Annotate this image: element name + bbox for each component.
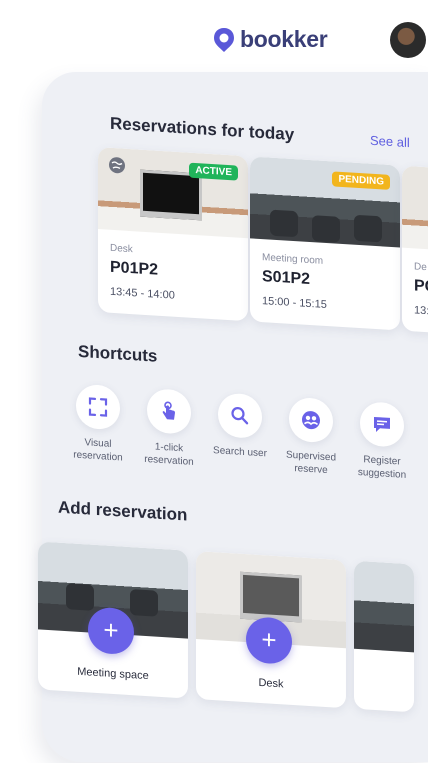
shortcut-label: Register suggestion	[357, 454, 407, 481]
reservation-code: PC	[414, 277, 428, 296]
brand-name: bookker	[240, 26, 328, 52]
reservation-card-partial[interactable]: De PC 13:	[402, 165, 428, 340]
add-reservation-title: Add reservation	[58, 497, 188, 525]
reservation-time: 15:00 - 15:15	[262, 295, 327, 312]
globe-icon	[109, 157, 125, 174]
add-desk-card[interactable]: + Desk	[196, 551, 346, 709]
reservation-type: Desk	[110, 242, 133, 256]
reservation-card-meeting-room[interactable]: PENDING Meeting room S01P2 15:00 - 15:15	[250, 156, 400, 331]
shortcut-label: 1-click reservation	[144, 441, 194, 468]
reservation-card-desk[interactable]: ACTIVE Desk P01P2 13:45 - 14:00	[98, 147, 248, 322]
shortcut-register-suggestion[interactable]: Register suggestion	[347, 400, 417, 482]
add-card-label: Desk	[258, 676, 284, 691]
add-meeting-space-card[interactable]: + Meeting space	[38, 541, 188, 699]
shortcut-search-user[interactable]: Search user	[205, 392, 275, 461]
shortcut-button[interactable]	[360, 401, 404, 448]
reservation-time: 13:45 - 14:00	[110, 285, 175, 302]
reservation-type: De	[414, 261, 427, 274]
chair-shape	[312, 215, 340, 243]
shortcut-label: Supervised reserve	[285, 449, 337, 477]
desk-photo	[402, 165, 428, 257]
chair-shape	[270, 209, 298, 238]
add-card-label: Meeting space	[77, 665, 149, 683]
reservations-title: Reservations for today	[110, 113, 295, 145]
chat-icon	[374, 416, 390, 433]
reservation-code: S01P2	[262, 268, 311, 289]
shortcut-label: Visual reservation	[73, 437, 123, 464]
chair-shape	[66, 583, 94, 611]
reservation-code: P01P2	[110, 258, 159, 279]
tap-hand-icon	[162, 401, 175, 420]
shortcut-button[interactable]	[218, 392, 262, 440]
reservation-type: Meeting room	[262, 252, 324, 267]
monitor-shape	[240, 571, 302, 623]
user-avatar[interactable]	[390, 22, 426, 58]
search-icon	[231, 407, 249, 425]
chair-shape	[354, 214, 382, 243]
see-all-link[interactable]: See all	[370, 133, 410, 150]
add-card-partial[interactable]	[354, 560, 414, 713]
shortcut-supervised-reserve[interactable]: Supervised reserve	[276, 396, 346, 478]
shortcut-button[interactable]	[76, 383, 120, 431]
chair-shape	[130, 589, 158, 617]
shortcuts-title: Shortcuts	[78, 341, 158, 366]
room-photo	[354, 560, 414, 653]
reservation-time: 13:	[414, 304, 428, 318]
meeting-room-photo	[250, 156, 400, 248]
shortcut-visual-reservation[interactable]: Visual reservation	[63, 383, 133, 465]
status-badge: ACTIVE	[189, 162, 238, 181]
supervised-icon	[302, 411, 320, 430]
shortcut-button[interactable]	[289, 396, 333, 444]
scan-frame-icon	[88, 397, 108, 417]
brand-logo: bookker	[212, 26, 328, 53]
app-header: bookker	[0, 0, 428, 80]
shortcut-button[interactable]	[147, 388, 191, 435]
bookker-logo-icon	[214, 27, 234, 52]
shortcut-label: Search user	[213, 445, 267, 460]
home-content: Reservations for today See all ACTIVE De…	[38, 92, 428, 755]
shortcut-one-click-reservation[interactable]: 1-click reservation	[134, 387, 204, 469]
